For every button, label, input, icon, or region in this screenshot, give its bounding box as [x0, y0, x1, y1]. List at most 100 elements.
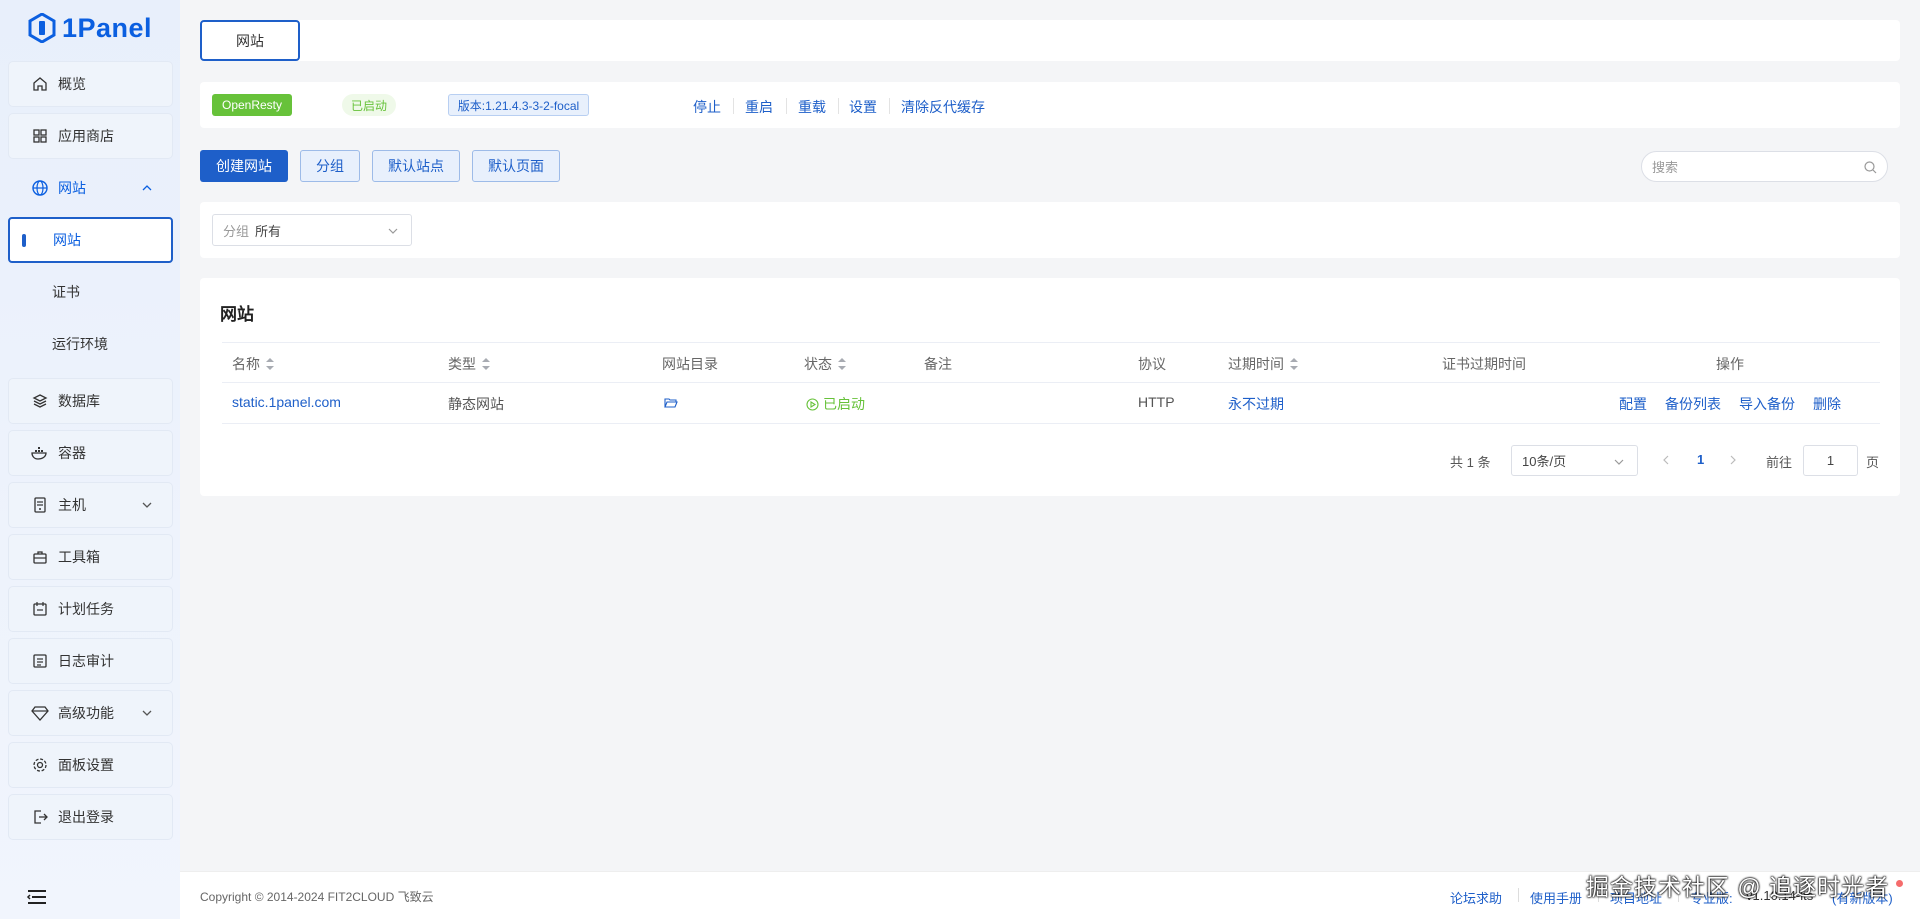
- backup-list-link[interactable]: 备份列表: [1665, 394, 1721, 414]
- calendar-icon: [31, 600, 49, 618]
- brand-name: 1Panel: [62, 12, 153, 43]
- filter-panel: [200, 202, 1900, 258]
- sidebar-item-app-store[interactable]: 应用商店: [8, 113, 173, 159]
- version-tag: 版本:1.21.4.3-3-2-focal: [448, 94, 589, 116]
- page-size-select[interactable]: 10条/页: [1511, 445, 1638, 476]
- next-page-icon[interactable]: [1727, 454, 1739, 466]
- sort-icon[interactable]: [482, 358, 490, 370]
- sidebar-item-overview[interactable]: 概览: [8, 61, 173, 107]
- grid-icon: [31, 127, 49, 145]
- settings-link[interactable]: 设置: [849, 97, 877, 117]
- layers-icon: [31, 392, 49, 410]
- goto-page-input[interactable]: 1: [1803, 445, 1858, 476]
- group-filter-select[interactable]: 分组 所有: [212, 214, 412, 246]
- import-backup-link[interactable]: 导入备份: [1739, 394, 1795, 414]
- tab-website[interactable]: 网站: [200, 20, 300, 61]
- sort-icon[interactable]: [266, 358, 274, 370]
- sidebar-item-label: 计划任务: [58, 601, 114, 617]
- site-status[interactable]: 已启动: [806, 394, 865, 414]
- sidebar-item-logout[interactable]: 退出登录: [8, 794, 173, 840]
- sidebar-subitem-certificate[interactable]: 证书: [8, 269, 173, 315]
- sort-icon[interactable]: [1290, 358, 1298, 370]
- sidebar-item-label: 退出登录: [58, 809, 114, 825]
- stop-link[interactable]: 停止: [693, 97, 721, 117]
- menu-collapse-icon[interactable]: [26, 888, 48, 906]
- sidebar: 1Panel 概览 应用商店 网站 网站 证书 运行环境 数据库 容器 主机 工…: [0, 0, 180, 919]
- column-header-type[interactable]: 类型: [448, 354, 490, 374]
- delete-link[interactable]: 删除: [1813, 394, 1841, 414]
- sort-icon[interactable]: [838, 358, 846, 370]
- sidebar-item-label: 数据库: [58, 393, 100, 409]
- sidebar-subitem-runtime[interactable]: 运行环境: [8, 321, 173, 367]
- notification-dot: [1896, 880, 1903, 887]
- column-header-label: 操作: [1716, 356, 1744, 372]
- column-header-label: 协议: [1138, 356, 1166, 372]
- sidebar-item-cron[interactable]: 计划任务: [8, 586, 173, 632]
- search-input[interactable]: 搜索: [1641, 151, 1888, 182]
- group-button[interactable]: 分组: [300, 150, 360, 182]
- tab-bar: [200, 20, 1900, 61]
- divider: [222, 382, 1880, 383]
- column-header-label: 名称: [232, 356, 260, 372]
- column-header-status[interactable]: 状态: [804, 354, 846, 374]
- sidebar-item-host[interactable]: 主机: [8, 482, 173, 528]
- sidebar-item-website[interactable]: 网站: [8, 165, 173, 211]
- sidebar-item-label: 高级功能: [58, 705, 114, 721]
- divider: [222, 342, 1880, 343]
- default-page-button[interactable]: 默认页面: [472, 150, 560, 182]
- sidebar-item-database[interactable]: 数据库: [8, 378, 173, 424]
- config-link[interactable]: 配置: [1619, 394, 1647, 414]
- divider: [838, 98, 839, 114]
- divider: [889, 98, 890, 114]
- goto-label: 前往: [1766, 455, 1793, 470]
- restart-link[interactable]: 重启: [745, 97, 773, 117]
- app-name-tag: OpenResty: [212, 94, 292, 116]
- default-site-button[interactable]: 默认站点: [372, 150, 460, 182]
- sidebar-item-label: 容器: [58, 445, 86, 461]
- sidebar-subitem-website[interactable]: 网站: [8, 217, 173, 263]
- column-header-protocol: 协议: [1138, 354, 1166, 374]
- logo[interactable]: 1Panel: [28, 10, 152, 46]
- sidebar-item-label: 概览: [58, 76, 86, 92]
- prev-page-icon[interactable]: [1660, 454, 1672, 466]
- sidebar-item-label: 面板设置: [58, 757, 114, 773]
- chevron-up-icon: [142, 185, 152, 191]
- divider: [733, 98, 734, 114]
- divider: [1518, 888, 1519, 902]
- chevron-down-icon: [142, 710, 152, 716]
- folder-open-icon[interactable]: [664, 397, 678, 409]
- page-number-current[interactable]: 1: [1697, 452, 1704, 467]
- site-type: 静态网站: [448, 396, 504, 412]
- column-header-cert-expire: 证书过期时间: [1442, 354, 1526, 374]
- logo-icon: [28, 13, 56, 43]
- divider: [222, 423, 1880, 424]
- sidebar-item-panel-settings[interactable]: 面板设置: [8, 742, 173, 788]
- sidebar-item-label: 网站: [58, 180, 86, 196]
- clear-proxy-cache-link[interactable]: 清除反代缓存: [901, 97, 985, 117]
- column-header-label: 网站目录: [662, 356, 718, 372]
- site-name-link[interactable]: static.1panel.com: [232, 394, 341, 410]
- column-header-label: 证书过期时间: [1442, 356, 1526, 372]
- docker-icon: [31, 444, 49, 462]
- sidebar-item-container[interactable]: 容器: [8, 430, 173, 476]
- sidebar-item-toolbox[interactable]: 工具箱: [8, 534, 173, 580]
- sidebar-item-advanced[interactable]: 高级功能: [8, 690, 173, 736]
- globe-icon: [31, 179, 49, 197]
- reload-link[interactable]: 重载: [798, 97, 826, 117]
- site-expire-link[interactable]: 永不过期: [1228, 394, 1284, 414]
- sidebar-item-log-audit[interactable]: 日志审计: [8, 638, 173, 684]
- diamond-icon: [31, 704, 49, 722]
- group-filter-value: 所有: [255, 223, 282, 239]
- gear-icon: [31, 756, 49, 774]
- column-header-label: 类型: [448, 356, 476, 372]
- logout-icon: [31, 808, 49, 826]
- manual-link[interactable]: 使用手册: [1530, 888, 1582, 907]
- create-website-button[interactable]: 创建网站: [200, 150, 288, 182]
- column-header-name[interactable]: 名称: [232, 354, 274, 374]
- forum-link[interactable]: 论坛求助: [1450, 888, 1502, 907]
- page-unit-label: 页: [1866, 455, 1880, 470]
- tab-label: 网站: [236, 32, 264, 49]
- column-header-expire[interactable]: 过期时间: [1228, 354, 1298, 374]
- sidebar-subitem-label: 网站: [53, 232, 81, 248]
- group-filter-label: 分组: [223, 223, 250, 239]
